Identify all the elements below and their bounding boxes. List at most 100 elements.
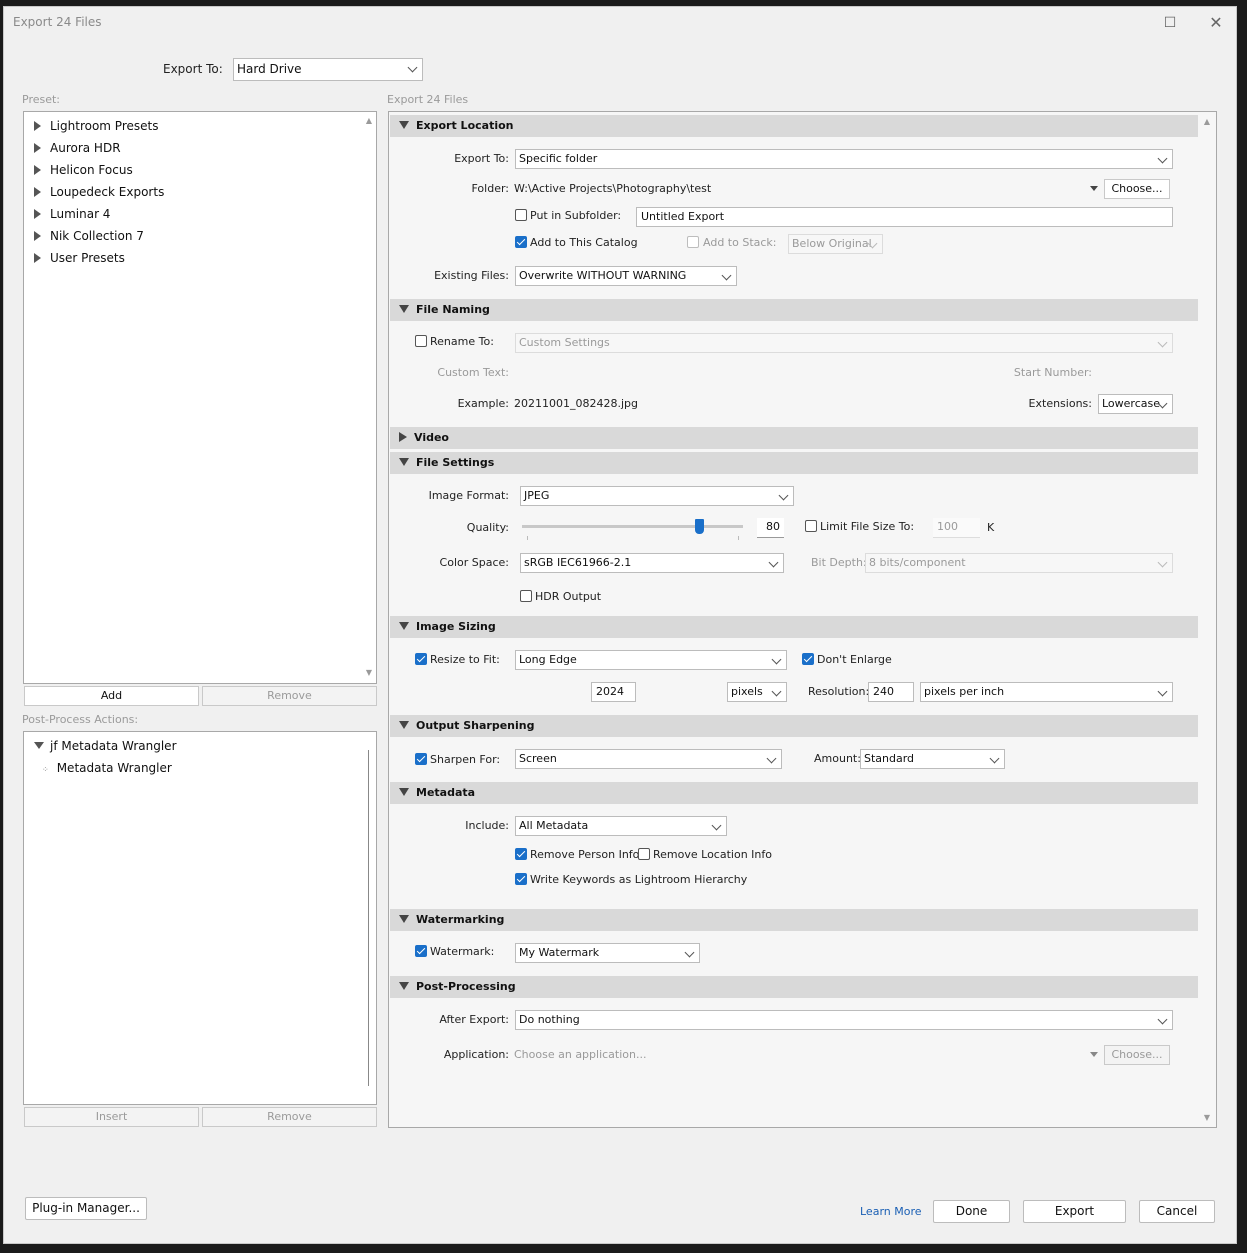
remove-action-button[interactable]: Remove <box>202 1107 377 1127</box>
dont-enlarge-checkbox[interactable] <box>802 653 814 665</box>
section-export-location[interactable]: Export Location <box>390 115 1198 137</box>
application-dropdown-icon[interactable] <box>1090 1052 1098 1057</box>
example-filename: 20211001_082428.jpg <box>514 397 638 410</box>
limit-file-size-checkbox[interactable] <box>805 520 817 532</box>
section-file-settings[interactable]: File Settings <box>390 452 1198 474</box>
after-export-dropdown[interactable]: Do nothing <box>515 1010 1173 1030</box>
scroll-up-icon[interactable]: ▲ <box>1202 117 1212 126</box>
chevron-down-icon <box>407 62 418 73</box>
chevron-down-icon <box>1157 1014 1168 1025</box>
section-file-naming[interactable]: File Naming <box>390 299 1198 321</box>
chevron-down-icon <box>1157 686 1168 697</box>
section-metadata[interactable]: Metadata <box>390 782 1198 804</box>
example-label: Example: <box>457 397 509 410</box>
quality-slider[interactable] <box>522 519 743 534</box>
chevron-down-icon <box>684 947 695 958</box>
preset-item[interactable]: Helicon Focus <box>34 163 133 177</box>
preset-item[interactable]: Lightroom Presets <box>34 119 158 133</box>
subfolder-input[interactable]: Untitled Export <box>636 207 1173 227</box>
section-post-processing[interactable]: Post-Processing <box>390 976 1198 998</box>
learn-more-link[interactable]: Learn More <box>860 1205 922 1218</box>
close-icon[interactable]: ✕ <box>1206 13 1226 33</box>
watermark-dropdown[interactable]: My Watermark <box>515 943 700 963</box>
sharpen-for-dropdown[interactable]: Screen <box>515 749 782 769</box>
rename-template-dropdown[interactable]: Custom Settings <box>515 333 1173 353</box>
folder-dropdown-icon[interactable] <box>1090 186 1098 191</box>
export-to-dropdown[interactable]: Hard Drive <box>233 58 423 81</box>
window-title: Export 24 Files <box>13 15 102 29</box>
choose-application-button[interactable]: Choose... <box>1104 1045 1170 1065</box>
preset-item[interactable]: Nik Collection 7 <box>34 229 144 243</box>
choose-folder-button[interactable]: Choose... <box>1104 179 1170 199</box>
rename-to-checkbox[interactable] <box>415 335 427 347</box>
resolution-unit-dropdown[interactable]: pixels per inch <box>920 682 1173 702</box>
size-input[interactable]: 2024 <box>591 682 636 702</box>
insert-button[interactable]: Insert <box>24 1107 199 1127</box>
preset-item[interactable]: User Presets <box>34 251 125 265</box>
section-video[interactable]: Video <box>390 427 1198 449</box>
include-metadata-dropdown[interactable]: All Metadata <box>515 816 727 836</box>
hdr-output-checkbox[interactable] <box>520 590 532 602</box>
section-image-sizing[interactable]: Image Sizing <box>390 616 1198 638</box>
chevron-down-icon <box>771 686 782 697</box>
add-preset-button[interactable]: Add <box>24 686 199 706</box>
export-to-label: Export To: <box>454 152 509 165</box>
chevron-down-icon <box>1157 337 1168 348</box>
image-format-dropdown[interactable]: JPEG <box>520 486 794 506</box>
scrollbar[interactable] <box>368 750 369 1086</box>
application-label: Application: <box>443 1048 509 1061</box>
amount-dropdown[interactable]: Standard <box>860 749 1005 769</box>
add-to-catalog-checkbox[interactable] <box>515 236 527 248</box>
sharpen-for-checkbox[interactable] <box>415 753 427 765</box>
plugin-manager-button[interactable]: Plug-in Manager... <box>25 1197 147 1220</box>
scroll-up-icon[interactable]: ▲ <box>364 116 374 125</box>
maximize-icon[interactable]: ☐ <box>1160 13 1180 33</box>
color-space-dropdown[interactable]: sRGB IEC61966-2.1 <box>520 553 784 573</box>
file-size-unit: K <box>987 521 995 534</box>
export-location-dropdown[interactable]: Specific folder <box>515 149 1173 169</box>
quality-input[interactable]: 80 <box>757 518 784 538</box>
custom-text-label: Custom Text: <box>437 366 509 379</box>
resize-to-fit-checkbox[interactable] <box>415 653 427 665</box>
remove-location-info-checkbox[interactable] <box>638 848 650 860</box>
start-number-label: Start Number: <box>1013 366 1092 379</box>
resolution-input[interactable]: 240 <box>868 682 914 702</box>
section-watermarking[interactable]: Watermarking <box>390 909 1198 931</box>
size-unit-dropdown[interactable]: pixels <box>727 682 787 702</box>
scroll-down-icon[interactable]: ▼ <box>1202 1113 1212 1122</box>
add-to-stack-checkbox[interactable] <box>687 236 699 248</box>
preset-item[interactable]: Loupedeck Exports <box>34 185 164 199</box>
bit-depth-dropdown[interactable]: 8 bits/component <box>865 553 1173 573</box>
stack-position-dropdown[interactable]: Below Original <box>788 234 883 254</box>
post-process-list[interactable]: jf Metadata Wrangler ⁘ Metadata Wrangler <box>23 731 377 1105</box>
section-output-sharpening[interactable]: Output Sharpening <box>390 715 1198 737</box>
cancel-button[interactable]: Cancel <box>1139 1200 1215 1223</box>
quality-slider-thumb[interactable] <box>694 519 704 534</box>
collapse-arrow-icon <box>399 788 409 796</box>
put-in-subfolder-label: Put in Subfolder: <box>530 209 622 222</box>
color-space-label: Color Space: <box>439 556 509 569</box>
post-process-group[interactable]: jf Metadata Wrangler <box>34 739 177 753</box>
collapse-arrow-icon <box>399 121 409 129</box>
preset-item[interactable]: Aurora HDR <box>34 141 121 155</box>
post-process-item[interactable]: ⁘ Metadata Wrangler <box>42 761 172 775</box>
preset-list[interactable]: Lightroom Presets Aurora HDR Helicon Foc… <box>23 111 377 684</box>
limit-file-size-input[interactable]: 100 <box>933 518 980 538</box>
existing-files-dropdown[interactable]: Overwrite WITHOUT WARNING <box>515 266 737 286</box>
scroll-down-icon[interactable]: ▼ <box>364 668 374 677</box>
remove-person-info-checkbox[interactable] <box>515 848 527 860</box>
chevron-down-icon <box>1157 557 1168 568</box>
watermark-checkbox[interactable] <box>415 945 427 957</box>
remove-preset-button[interactable]: Remove <box>202 686 377 706</box>
write-keywords-checkbox[interactable] <box>515 873 527 885</box>
resize-mode-dropdown[interactable]: Long Edge <box>515 650 787 670</box>
dont-enlarge-label: Don't Enlarge <box>817 653 892 666</box>
extensions-dropdown[interactable]: Lowercase <box>1098 394 1173 414</box>
put-in-subfolder-checkbox[interactable] <box>515 209 527 221</box>
preset-item[interactable]: Luminar 4 <box>34 207 110 221</box>
chevron-down-icon <box>766 753 777 764</box>
folder-label: Folder: <box>471 182 509 195</box>
done-button[interactable]: Done <box>933 1200 1010 1223</box>
application-placeholder[interactable]: Choose an application... <box>514 1048 646 1061</box>
export-button[interactable]: Export <box>1023 1200 1126 1223</box>
